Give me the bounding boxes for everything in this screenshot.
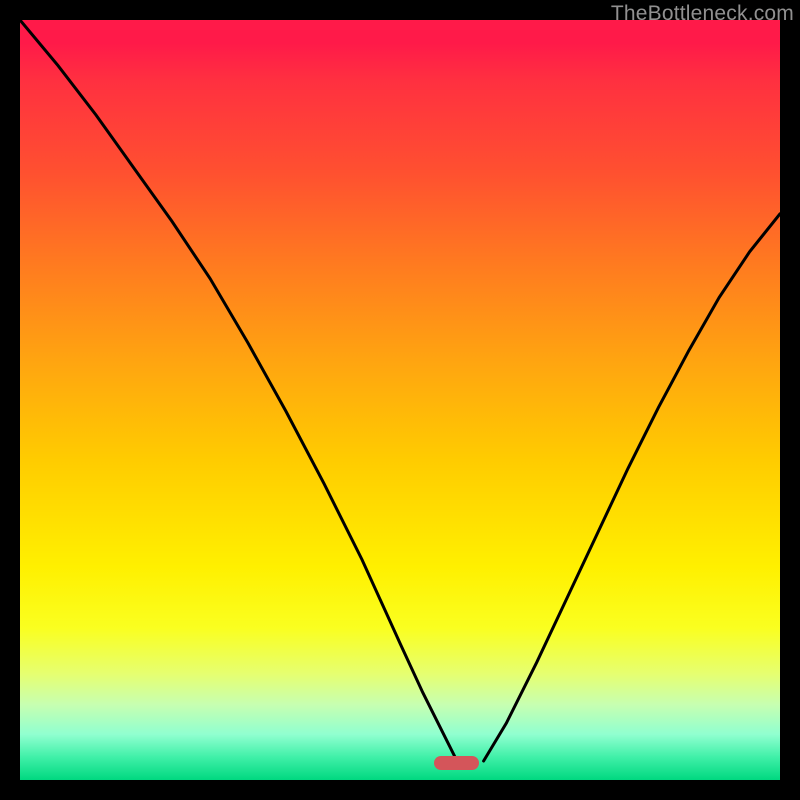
curve-svg — [20, 20, 780, 780]
plot-area — [20, 20, 780, 780]
watermark-text: TheBottleneck.com — [611, 2, 794, 26]
chart-frame — [20, 20, 780, 780]
curve-right-branch — [484, 214, 780, 761]
curve-left-branch — [20, 20, 457, 761]
minimum-marker — [434, 756, 479, 770]
